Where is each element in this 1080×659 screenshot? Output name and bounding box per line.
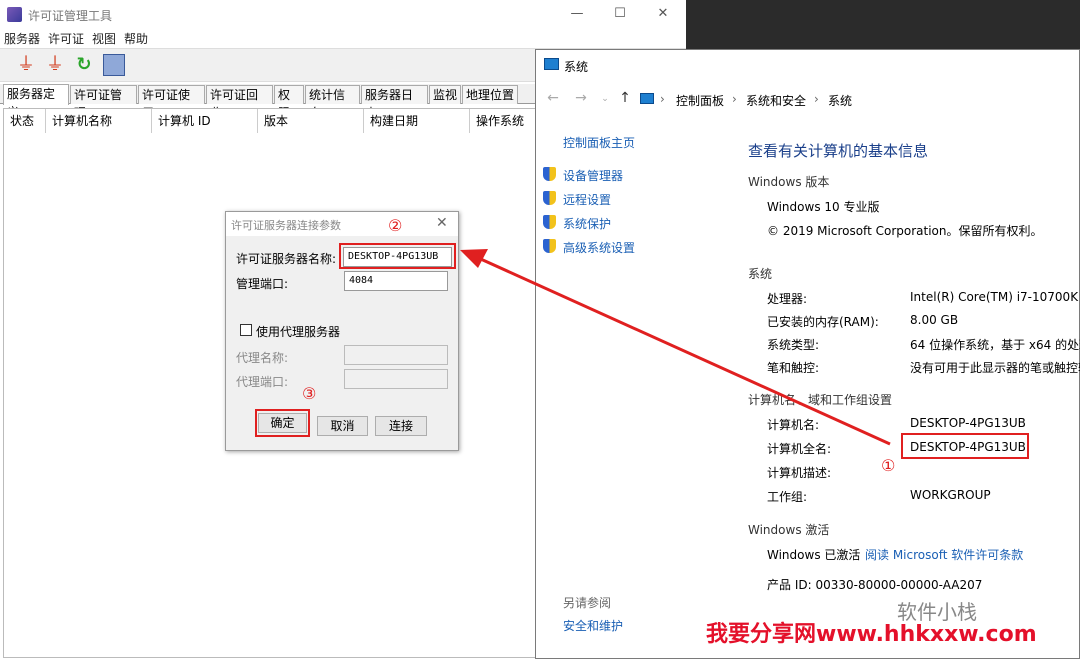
site-watermark: 我要分享网www.hhkxxw.com [706, 622, 1037, 647]
annotation-arrow [460, 249, 891, 446]
arrow-head [460, 249, 488, 268]
arrow-line [473, 254, 891, 446]
